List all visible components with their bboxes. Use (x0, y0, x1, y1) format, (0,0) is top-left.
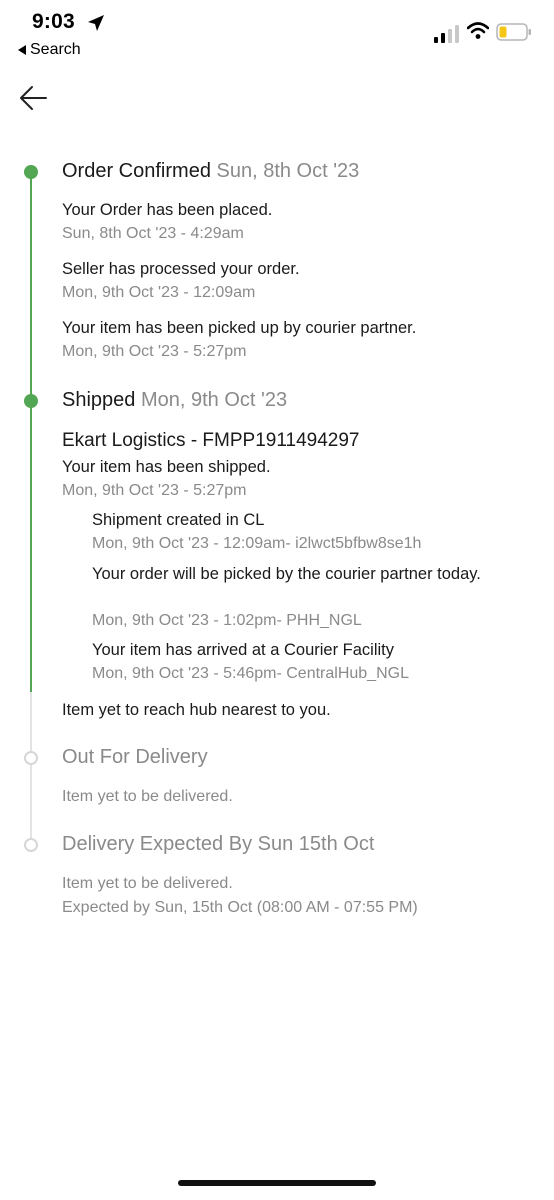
step-dot-delivery-expected (24, 838, 38, 852)
sub-event-time: Mon, 9th Oct '23 - 1:02pm- PHH_NGL (92, 612, 362, 629)
shipped-status-time: Mon, 9th Oct '23 - 5:27pm (62, 482, 247, 499)
sub-event-text: Your item has arrived at a Courier Facil… (92, 641, 395, 659)
step-dot-order-confirmed (24, 165, 38, 179)
wifi-icon (467, 22, 489, 39)
courier-tracking-id: Ekart Logistics - FMPP1911494297 (62, 430, 360, 451)
home-indicator[interactable] (178, 1180, 376, 1186)
arrow-left-icon[interactable] (18, 82, 50, 114)
delivery-expected-window: Expected by Sun, 15th Oct (08:00 AM - 07… (62, 899, 418, 916)
sub-event-text: Your order will be picked by the courier… (92, 565, 481, 583)
sub-event-time: Mon, 9th Oct '23 - 12:09am- i2lwct5bfbw8… (92, 535, 422, 552)
event-text: Seller has processed your order. (62, 260, 300, 278)
location-arrow-icon (88, 15, 104, 31)
event-text: Your item has been picked up by courier … (62, 319, 417, 337)
status-bar: 9:03 Search (0, 0, 554, 70)
battery-icon (496, 23, 531, 41)
event-time: Mon, 9th Oct '23 - 12:09am (62, 284, 256, 301)
step-dot-shipped (24, 394, 38, 408)
shipped-status: Your item has been shipped. (62, 458, 271, 476)
cellular-signal-icon (434, 25, 459, 43)
order-confirmed-title: Order Confirmed (62, 160, 211, 182)
order-confirmed-date: Sun, 8th Oct '23 (216, 160, 360, 182)
hub-note: Item yet to reach hub nearest to you. (62, 701, 331, 719)
step-title-out-for-delivery: Out For Delivery (62, 746, 208, 768)
back-triangle-icon (18, 45, 26, 55)
timeline-progress-line (30, 172, 32, 692)
back-to-search-link[interactable]: Search (18, 41, 81, 59)
step-title-shipped: Shipped Mon, 9th Oct '23 (62, 389, 287, 412)
timeline-pending-line (30, 692, 32, 850)
shipped-date: Mon, 9th Oct '23 (140, 389, 288, 411)
event-text: Your Order has been placed. (62, 201, 273, 219)
out-for-delivery-note: Item yet to be delivered. (62, 788, 233, 805)
status-time: 9:03 (32, 10, 75, 33)
step-dot-out-for-delivery (24, 751, 38, 765)
sub-event-text: Shipment created in CL (92, 511, 265, 529)
step-title-delivery-expected: Delivery Expected By Sun 15th Oct (62, 833, 375, 855)
sub-event-time: Mon, 9th Oct '23 - 5:46pm- CentralHub_NG… (92, 665, 409, 682)
delivery-expected-note: Item yet to be delivered. (62, 875, 233, 892)
shipped-title: Shipped (62, 389, 136, 411)
event-time: Mon, 9th Oct '23 - 5:27pm (62, 343, 247, 360)
event-time: Sun, 8th Oct '23 - 4:29am (62, 225, 244, 242)
step-title-order-confirmed: Order Confirmed Sun, 8th Oct '23 (62, 160, 359, 183)
back-app-label: Search (30, 41, 81, 58)
